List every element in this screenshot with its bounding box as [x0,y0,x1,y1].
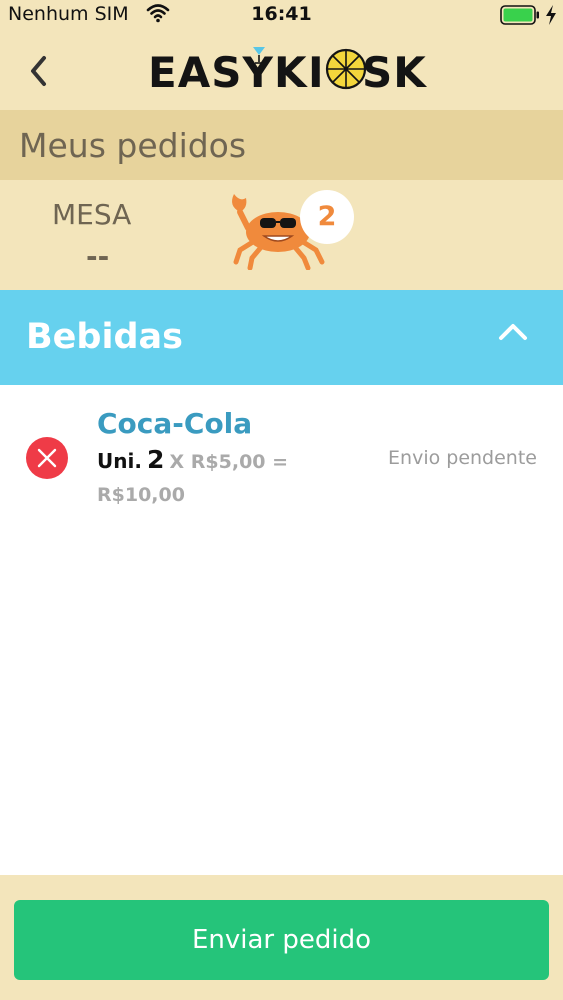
status-bar: Nenhum SIM 16:41 [0,0,563,30]
back-button[interactable] [22,48,62,94]
item-total: R$10,00 [97,484,185,506]
item-quantity: 2 [147,445,165,474]
page-title: Meus pedidos [19,126,247,165]
cocktail-glass-icon [253,47,265,64]
bottom-bar: Enviar pedido [0,875,563,1000]
chevron-up-icon[interactable] [496,320,530,342]
page-header: Meus pedidos [0,110,563,180]
logo-text-i: I [308,48,325,97]
item-status: Envio pendente [388,447,537,469]
category-header-bebidas[interactable]: Bebidas [0,290,563,385]
send-order-button[interactable]: Enviar pedido [14,900,549,980]
logo-text-sk: SK [362,48,427,97]
item-name: Coca-Cola [97,407,253,440]
remove-item-button[interactable] [26,437,68,479]
battery-charging-icon [500,5,539,25]
charging-bolt-icon [546,5,556,25]
chevron-left-icon [31,56,46,86]
unit-label: Uni. [97,449,142,473]
beach-umbrella-icon [325,48,367,90]
mesa-value: -- [86,240,110,273]
unit-price: X R$5,00 = [169,451,289,473]
mesa-label: MESA [52,198,132,231]
order-count-badge: 2 [300,190,354,244]
item-quantity-line: Uni. 2 X R$5,00 = [97,445,288,474]
close-icon [37,448,57,468]
nav-bar: EASY K I SK [0,30,563,110]
order-items-list: Coca-Cola Uni. 2 X R$5,00 = R$10,00 Envi… [0,385,563,875]
easy-kiosk-logo: EASY K I SK [148,44,426,97]
table-info: MESA -- 2 [0,180,563,290]
logo-text-k: K [274,48,308,97]
category-title: Bebidas [26,317,183,357]
clock: 16:41 [251,3,312,25]
